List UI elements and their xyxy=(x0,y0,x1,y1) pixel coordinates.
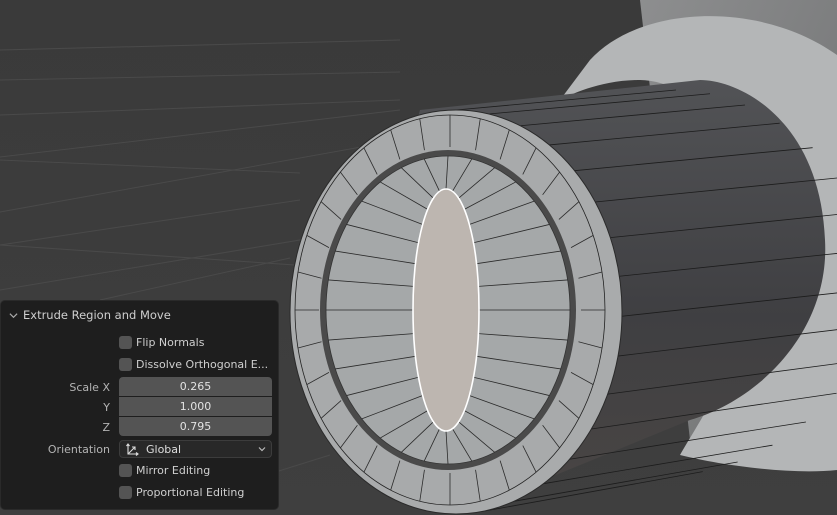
proportional-editing-label[interactable]: Proportional Editing xyxy=(136,486,244,499)
scale-y-row: Y 1.000 xyxy=(1,397,280,417)
chevron-down-icon xyxy=(9,312,18,318)
mirror-editing-label[interactable]: Mirror Editing xyxy=(136,464,210,477)
panel-header[interactable]: Extrude Region and Move xyxy=(9,308,171,322)
flip-normals-row: Flip Normals xyxy=(1,333,280,353)
mirror-editing-row: Mirror Editing xyxy=(1,461,280,481)
scale-y-label: Y xyxy=(103,401,110,414)
orientation-global-icon xyxy=(126,443,139,456)
panel-title: Extrude Region and Move xyxy=(23,308,171,322)
dissolve-orthogonal-label[interactable]: Dissolve Orthogonal E... xyxy=(136,358,268,371)
operator-redo-panel: Extrude Region and Move Flip Normals Dis… xyxy=(0,300,279,510)
scale-z-field[interactable]: 0.795 xyxy=(119,417,272,436)
orientation-row: Orientation Global xyxy=(1,439,280,459)
proportional-editing-row: Proportional Editing xyxy=(1,483,280,503)
selected-face[interactable] xyxy=(412,188,480,432)
proportional-editing-checkbox[interactable] xyxy=(119,486,132,499)
chevron-down-icon xyxy=(258,447,266,452)
dissolve-orthogonal-checkbox[interactable] xyxy=(119,358,132,371)
orientation-dropdown[interactable]: Global xyxy=(119,440,272,458)
scale-x-row: Scale X 0.265 xyxy=(1,377,280,397)
orientation-label: Orientation xyxy=(47,443,110,456)
scale-z-label: Z xyxy=(102,421,110,434)
scale-y-field[interactable]: 1.000 xyxy=(119,397,272,416)
mirror-editing-checkbox[interactable] xyxy=(119,464,132,477)
dissolve-orthogonal-row: Dissolve Orthogonal E... xyxy=(1,355,280,375)
flip-normals-checkbox[interactable] xyxy=(119,336,132,349)
orientation-value: Global xyxy=(146,443,182,456)
flip-normals-label[interactable]: Flip Normals xyxy=(136,336,204,349)
scale-x-field[interactable]: 0.265 xyxy=(119,377,272,396)
scale-x-label: Scale X xyxy=(69,381,110,394)
scale-z-row: Z 0.795 xyxy=(1,417,280,437)
